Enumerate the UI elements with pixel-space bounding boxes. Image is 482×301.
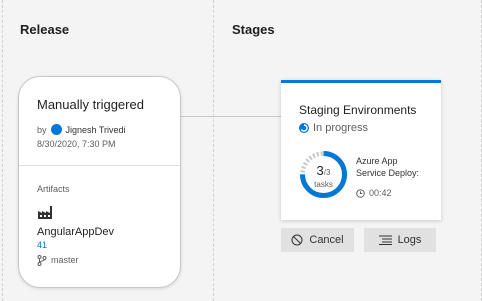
trigger-title: Manually triggered bbox=[37, 97, 144, 112]
branch-name: master bbox=[51, 255, 79, 265]
stages-section-title: Stages bbox=[232, 22, 275, 37]
stage-title: Staging Environments bbox=[299, 103, 417, 117]
artifacts-label: Artifacts bbox=[37, 184, 70, 194]
build-number-link[interactable]: 41 bbox=[37, 240, 47, 250]
job-name-line2: Service Deploy: bbox=[356, 168, 420, 178]
logs-button[interactable]: Logs bbox=[364, 228, 436, 252]
panel-divider bbox=[213, 0, 214, 301]
avatar bbox=[50, 124, 62, 135]
task-count: 3/3 bbox=[299, 163, 348, 179]
job-name-line1: Azure App bbox=[356, 156, 398, 166]
stage-status: In progress bbox=[299, 122, 368, 134]
left-dashed-border bbox=[2, 0, 3, 301]
factory-icon bbox=[38, 206, 52, 219]
status-text: In progress bbox=[313, 122, 369, 134]
tasks-label: tasks bbox=[314, 180, 333, 189]
by-label: by bbox=[37, 124, 47, 135]
elapsed-time: 00:42 bbox=[369, 188, 392, 198]
stage-card[interactable]: Staging Environments In progress 3/3 tas… bbox=[281, 80, 441, 220]
cancel-button[interactable]: Cancel bbox=[281, 228, 354, 252]
pipeline-connector bbox=[178, 116, 282, 117]
in-progress-icon bbox=[299, 123, 309, 133]
release-section-title: Release bbox=[20, 22, 70, 37]
release-card[interactable]: Manually triggered by Jignesh Trivedi 8/… bbox=[18, 76, 181, 288]
cancel-icon bbox=[291, 234, 303, 246]
clock-icon bbox=[356, 189, 365, 198]
branch-icon bbox=[37, 255, 47, 266]
tasks-total: /3 bbox=[323, 168, 331, 177]
logs-label: Logs bbox=[397, 234, 422, 246]
trigger-date: 8/30/2020, 7:30 PM bbox=[37, 139, 116, 149]
job-name: Azure App Service Deploy: bbox=[356, 155, 424, 179]
cancel-label: Cancel bbox=[309, 234, 344, 246]
artifact-name[interactable]: AngularAppDev bbox=[37, 226, 114, 238]
tasks-done: 3 bbox=[316, 163, 324, 178]
card-divider bbox=[19, 165, 180, 166]
triggered-by: by Jignesh Trivedi bbox=[37, 124, 126, 135]
logs-icon bbox=[378, 235, 392, 245]
user-name[interactable]: Jignesh Trivedi bbox=[66, 125, 126, 135]
